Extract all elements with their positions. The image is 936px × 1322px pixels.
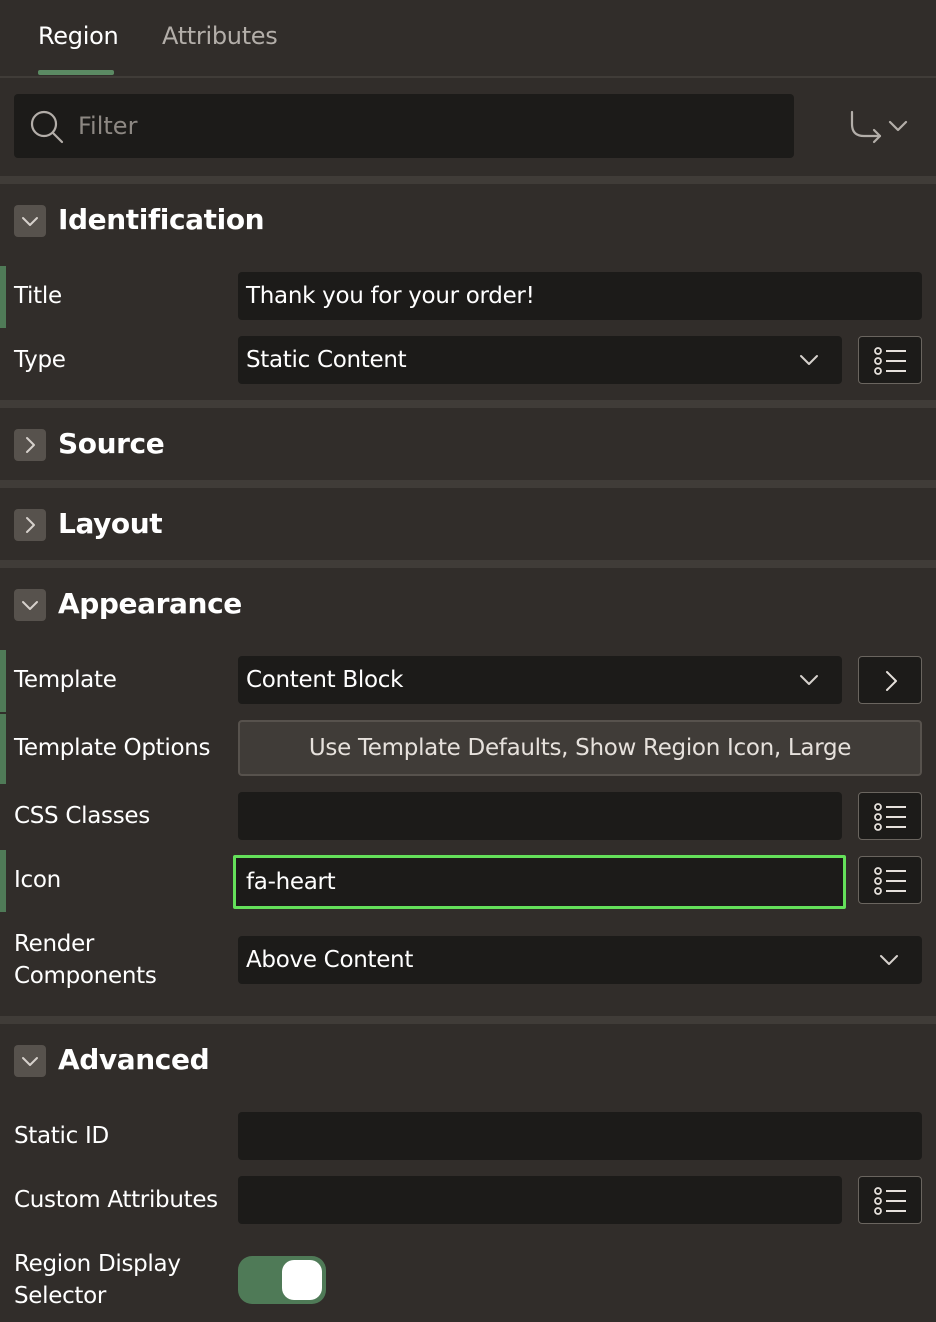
static-id-label: Static ID	[14, 1123, 109, 1149]
template-options-button[interactable]: Use Template Defaults, Show Region Icon,…	[238, 720, 922, 776]
icon-value: fa-heart	[246, 869, 336, 895]
render-components-label: Render	[14, 931, 95, 957]
chevron-right-icon	[26, 437, 35, 453]
list-icon	[874, 1187, 906, 1215]
type-select[interactable]: Static Content	[238, 336, 842, 384]
chevron-right-icon	[886, 671, 897, 691]
tab-region[interactable]: Region	[38, 22, 119, 76]
go-to-template-button[interactable]	[858, 656, 922, 704]
chevron-down-icon	[22, 1057, 38, 1066]
active-tab-indicator	[38, 70, 114, 75]
section-title: Source	[58, 427, 165, 460]
section-header-layout[interactable]: Layout	[0, 494, 936, 554]
collapse-toggle[interactable]	[14, 589, 46, 621]
list-icon	[874, 867, 906, 895]
filter-box	[14, 94, 794, 158]
collapse-toggle[interactable]	[14, 1045, 46, 1077]
region-display-selector-label-line2: Selector	[14, 1283, 107, 1309]
section-divider	[0, 560, 936, 568]
go-to-group-button[interactable]	[846, 106, 912, 146]
required-marker	[0, 850, 6, 912]
section-header-identification[interactable]: Identification	[0, 190, 936, 250]
custom-attributes-list-button[interactable]	[858, 1176, 922, 1224]
template-options-label: Template Options	[14, 735, 211, 761]
template-select[interactable]: Content Block	[238, 656, 842, 704]
title-label: Title	[14, 283, 62, 309]
css-classes-list-button[interactable]	[858, 792, 922, 840]
title-value: Thank you for your order!	[246, 283, 535, 309]
toggle-knob	[282, 1260, 322, 1300]
icon-picker-button[interactable]	[858, 856, 922, 904]
section-divider	[0, 1016, 936, 1024]
render-components-value: Above Content	[246, 947, 414, 973]
list-icon	[874, 347, 906, 375]
section-divider	[0, 480, 936, 488]
render-components-label-line2: Components	[14, 963, 157, 989]
css-classes-field[interactable]	[238, 792, 842, 840]
section-title: Identification	[58, 203, 265, 236]
section-divider	[0, 176, 936, 184]
section-header-advanced[interactable]: Advanced	[0, 1030, 936, 1090]
icon-label: Icon	[14, 867, 61, 893]
expand-toggle[interactable]	[14, 429, 46, 461]
section-title: Advanced	[58, 1043, 210, 1076]
section-header-source[interactable]: Source	[0, 414, 936, 474]
type-value: Static Content	[246, 347, 407, 373]
expand-toggle[interactable]	[14, 509, 46, 541]
section-header-appearance[interactable]: Appearance	[0, 574, 936, 634]
type-list-button[interactable]	[858, 336, 922, 384]
list-icon	[874, 803, 906, 831]
css-classes-label: CSS Classes	[14, 803, 150, 829]
section-title: Layout	[58, 507, 163, 540]
tab-bar: Region Attributes	[0, 0, 936, 78]
tab-attributes[interactable]: Attributes	[162, 22, 278, 76]
chevron-down-icon	[800, 355, 818, 365]
region-display-selector-label: Region Display	[14, 1251, 181, 1277]
custom-attributes-label: Custom Attributes	[14, 1187, 218, 1213]
chevron-down-icon	[22, 217, 38, 226]
required-marker	[0, 266, 6, 328]
render-components-select[interactable]: Above Content	[238, 936, 922, 984]
title-field[interactable]: Thank you for your order!	[238, 272, 922, 320]
region-display-selector-toggle[interactable]	[238, 1256, 326, 1304]
chevron-down-icon	[800, 675, 818, 685]
icon-field[interactable]: fa-heart	[233, 855, 846, 909]
static-id-field[interactable]	[238, 1112, 922, 1160]
type-label: Type	[14, 347, 66, 373]
filter-input[interactable]	[78, 94, 778, 158]
section-divider	[0, 400, 936, 408]
template-value: Content Block	[246, 667, 404, 693]
search-icon	[30, 110, 64, 144]
custom-attributes-field[interactable]	[238, 1176, 842, 1224]
template-label: Template	[14, 667, 117, 693]
collapse-toggle[interactable]	[14, 205, 46, 237]
chevron-right-icon	[26, 517, 35, 533]
chevron-down-icon	[22, 601, 38, 610]
required-marker	[0, 650, 6, 712]
return-arrow-icon	[850, 110, 908, 144]
chevron-down-icon	[880, 955, 898, 965]
section-title: Appearance	[58, 587, 242, 620]
required-marker	[0, 714, 6, 784]
